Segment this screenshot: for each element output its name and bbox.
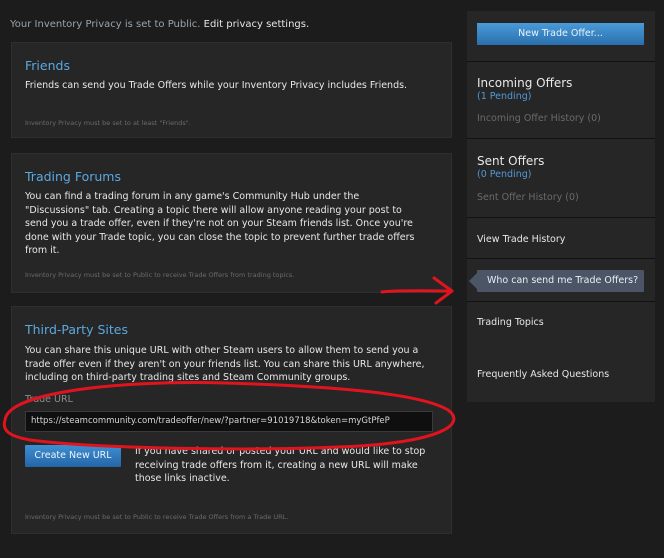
create-new-url-button[interactable]: Create New URL xyxy=(25,445,121,467)
trading-topics-link[interactable]: Trading Topics xyxy=(477,317,544,328)
trading-forums-section: Trading Forums You can find a trading fo… xyxy=(11,153,452,293)
friends-description: Friends can send you Trade Offers while … xyxy=(25,80,408,91)
sent-offer-history-link[interactable]: Sent Offer History (0) xyxy=(477,192,579,203)
sidebar-divider xyxy=(467,258,655,259)
trade-offers-sidebar: New Trade Offer... Incoming Offers (1 Pe… xyxy=(467,11,655,402)
create-url-explanation: If you have shared or posted your URL an… xyxy=(135,446,426,484)
incoming-offer-history-link[interactable]: Incoming Offer History (0) xyxy=(477,113,601,124)
third-party-privacy-note: Inventory Privacy must be set to Public … xyxy=(25,513,289,521)
who-can-send-offers-label: Who can send me Trade Offers? xyxy=(487,275,639,286)
sidebar-divider xyxy=(467,61,655,62)
faq-box: Frequently Asked Questions xyxy=(467,350,655,402)
faq-link[interactable]: Frequently Asked Questions xyxy=(477,369,609,380)
trading-forums-title: Trading Forums xyxy=(25,169,121,184)
third-party-section: Third-Party Sites You can share this uni… xyxy=(11,306,452,534)
friends-section: Friends Friends can send you Trade Offer… xyxy=(11,42,452,138)
third-party-title: Third-Party Sites xyxy=(25,322,128,337)
trade-url-field[interactable]: https://steamcommunity.com/tradeoffer/ne… xyxy=(25,411,433,432)
friends-privacy-note: Inventory Privacy must be set to at leas… xyxy=(25,119,191,127)
sidebar-divider xyxy=(467,138,655,139)
trading-forums-privacy-note: Inventory Privacy must be set to Public … xyxy=(25,271,295,279)
incoming-offers-link[interactable]: Incoming Offers xyxy=(477,76,572,90)
friends-title: Friends xyxy=(25,58,70,73)
privacy-status-text: Your Inventory Privacy is set to Public. xyxy=(10,19,201,30)
sent-offers-link[interactable]: Sent Offers xyxy=(477,154,544,168)
view-trade-history-link[interactable]: View Trade History xyxy=(477,234,565,245)
third-party-description: You can share this unique URL with other… xyxy=(25,345,425,383)
new-trade-offer-button[interactable]: New Trade Offer... xyxy=(477,23,644,45)
trade-url-label: Trade URL xyxy=(25,394,73,405)
privacy-status-line: Your Inventory Privacy is set to Public.… xyxy=(10,19,309,30)
edit-privacy-link[interactable]: Edit privacy settings. xyxy=(204,19,309,30)
trading-forums-description: You can find a trading forum in any game… xyxy=(25,191,415,256)
sidebar-divider xyxy=(467,217,655,218)
sidebar-divider xyxy=(467,301,655,302)
who-can-send-offers-item[interactable]: Who can send me Trade Offers? xyxy=(469,270,644,292)
incoming-pending-count[interactable]: (1 Pending) xyxy=(477,91,531,102)
sent-pending-count[interactable]: (0 Pending) xyxy=(477,169,531,180)
active-pointer-icon xyxy=(469,273,477,289)
